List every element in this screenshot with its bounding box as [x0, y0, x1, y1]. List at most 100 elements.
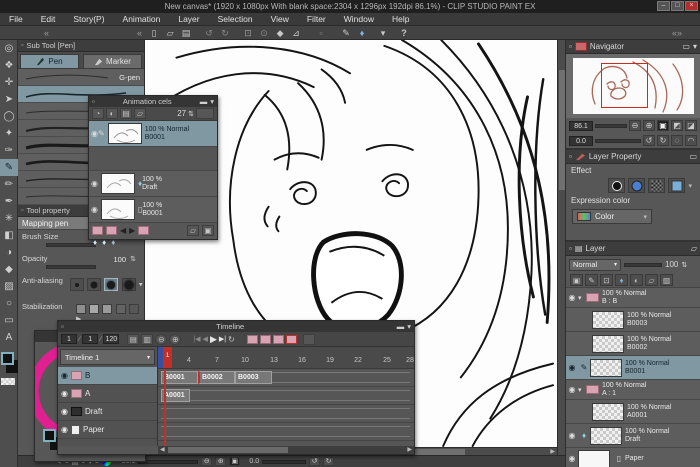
dock-icon[interactable]: ▫ — [569, 42, 572, 51]
figure-tool[interactable]: ○ — [0, 295, 18, 312]
clip-row-a[interactable]: A0001 — [158, 387, 414, 405]
title-bar[interactable]: New canvas* (1920 x 1080px With blank sp… — [0, 0, 700, 13]
clip-mask-icon[interactable]: ▣ — [570, 274, 583, 286]
visibility-eye-icon[interactable]: ◉ — [61, 407, 68, 416]
prev-frame-icon[interactable]: ◀ — [203, 335, 208, 343]
help-icon[interactable]: ? — [397, 27, 411, 39]
cels-frame-stepper[interactable]: ⇅ — [188, 110, 194, 118]
droplet-icon[interactable]: ♦ — [355, 27, 369, 39]
visibility-eye-icon[interactable]: ◉ — [566, 293, 578, 302]
current-frame-marker[interactable]: 1 — [163, 347, 172, 368]
menu-view[interactable]: View — [262, 13, 298, 26]
film-icon[interactable]: ▤ — [120, 108, 132, 119]
dock-icon[interactable]: ▫ — [21, 42, 23, 49]
timeline-hscrollbar[interactable]: ◀ ▶ — [158, 446, 414, 454]
status-zoom-slider[interactable] — [138, 460, 198, 464]
palette-dropdown-icon[interactable]: ▾ — [376, 27, 390, 39]
timeline-content[interactable]: B0001 B0002 B0003 A0001 — [158, 369, 414, 446]
blend-mode-dropdown[interactable]: Normal ▾ — [569, 259, 621, 271]
flip-v-icon[interactable]: ◪ — [685, 120, 697, 131]
pencil-tool[interactable]: ✏ — [0, 176, 18, 193]
minimize-button[interactable]: – — [657, 1, 670, 11]
loop-icon[interactable]: ↻ — [228, 335, 235, 344]
clip-row-paper[interactable] — [158, 423, 414, 441]
go-start-icon[interactable]: |◀ — [193, 335, 200, 343]
subview-tab-icon[interactable]: ▭ — [682, 42, 690, 51]
scroll-left-icon[interactable]: ◀ — [160, 446, 165, 454]
layer-opacity-value[interactable]: 100 — [665, 260, 678, 269]
layer-row-b0001[interactable]: ◉ ✎ 100 % NormalB0001 — [566, 356, 700, 380]
new-timeline-icon[interactable] — [247, 335, 258, 344]
status-rotate-slider[interactable] — [262, 460, 306, 464]
dock-icon[interactable]: ▫ — [569, 244, 572, 253]
navigator-preview[interactable] — [566, 54, 700, 118]
stabilization-step-1[interactable] — [76, 304, 86, 314]
track-draft[interactable]: ◉ Draft — [58, 403, 157, 421]
animation-cels-header[interactable]: ▫ Animation cels ▬ ▾ — [89, 96, 217, 107]
cel-row-current[interactable]: ◉ ✎ 100 % NormalB0001 — [89, 121, 217, 147]
scroll-right-icon[interactable]: ▶ — [407, 446, 412, 454]
layer-row-draft[interactable]: ◉ ♦ 100 % NormalDraft — [566, 424, 700, 448]
tone-effect-icon[interactable] — [628, 178, 645, 193]
visibility-eye-icon[interactable]: ◉ — [91, 179, 98, 188]
new-track-icon[interactable] — [260, 335, 271, 344]
save-icon[interactable]: ▤ — [179, 27, 193, 39]
dock-icon[interactable]: ▫ — [61, 322, 64, 331]
register-cel-icon[interactable] — [138, 226, 149, 235]
layer-property-tab-label[interactable]: Layer Property — [589, 152, 641, 161]
hand-tool[interactable]: ❖ — [0, 57, 18, 74]
layer-folder-a[interactable]: ◉ ▾ 100 % NormalA : 1 — [566, 380, 700, 400]
canvas-vscrollbar[interactable] — [557, 40, 565, 455]
cels-option-box[interactable] — [196, 108, 214, 119]
fit-icon[interactable]: ⊕ — [643, 120, 655, 131]
subtool-panel-header[interactable]: ▫ Sub Tool [Pen] — [18, 40, 144, 52]
ruler-pen-icon[interactable]: ✎ — [339, 27, 353, 39]
new-layer-icon[interactable]: ▱ — [645, 274, 658, 286]
cel-settings-icon[interactable]: ◐ — [106, 108, 118, 119]
track-b[interactable]: ◉ B — [58, 367, 157, 385]
antialias-dd-icon[interactable]: ▾ — [139, 282, 143, 289]
antialias-strong-button[interactable] — [122, 278, 136, 291]
expand-caret-icon[interactable]: ▾ — [578, 386, 586, 394]
menu-edit[interactable]: Edit — [32, 13, 65, 26]
layer-folder-b[interactable]: ◉ ▾ 100 % NormalB : B — [566, 288, 700, 308]
panel-menu-icon[interactable]: ▾ — [693, 42, 697, 51]
reset-rotate-icon[interactable]: ◌ — [671, 135, 683, 146]
layer-opacity-slider[interactable] — [624, 263, 662, 267]
cel-row-b0001[interactable]: ◉ ▯ 100 %B0001 — [89, 197, 217, 223]
zoom-out-icon[interactable]: ⊖ — [629, 120, 641, 131]
transform-icon[interactable]: ⊿ — [289, 27, 303, 39]
opacity-value[interactable]: 100 — [113, 255, 126, 264]
opacity-slider[interactable] — [46, 265, 96, 269]
text-tool[interactable]: A — [0, 329, 18, 346]
move-tool[interactable]: ✛ — [0, 74, 18, 91]
lasso-tool[interactable]: ◯ — [0, 108, 18, 125]
light-table2-icon[interactable]: ♦ — [102, 238, 106, 247]
layer-row-b0003[interactable]: 100 % NormalB0003 — [566, 308, 700, 332]
opacity-stepper[interactable]: ⇅ — [130, 255, 136, 263]
clip-b0002[interactable]: B0002 — [198, 371, 235, 384]
current-frame-field[interactable]: 1 — [82, 334, 98, 344]
navigator-zoom-slider[interactable] — [595, 124, 627, 128]
expand-caret-icon[interactable]: ▾ — [578, 294, 586, 302]
stabilization-step-4[interactable] — [116, 304, 126, 314]
status-zoom-in-icon[interactable]: ⊕ — [215, 457, 226, 466]
tab-pen[interactable]: Pen — [20, 54, 79, 68]
menu-file[interactable]: File — [0, 13, 32, 26]
panel-extra-tab-icon[interactable]: ▭ — [689, 152, 697, 161]
rotate-left-icon[interactable]: ↺ — [643, 135, 655, 146]
eraser-tool[interactable]: ◧ — [0, 227, 18, 244]
layer-color-effect-icon[interactable] — [668, 178, 685, 193]
dock-icon[interactable]: ▫ — [569, 152, 572, 161]
redo-icon[interactable]: ↻ — [218, 27, 232, 39]
visibility-eye-icon[interactable]: ◉ — [91, 129, 98, 138]
visibility-eye-icon[interactable]: ◉ — [61, 425, 68, 434]
prev-cel-icon[interactable]: ◀ — [120, 226, 126, 235]
track-a[interactable]: ◉ A — [58, 385, 157, 403]
status-zoom-out-icon[interactable]: ⊖ — [201, 457, 212, 466]
transparent-color-swatch[interactable] — [1, 378, 15, 385]
layer-row-a0001[interactable]: 100 % NormalA0001 — [566, 400, 700, 424]
rotate-right-icon[interactable]: ↻ — [657, 135, 669, 146]
layer-row-b0002[interactable]: 100 % NormalB0002 — [566, 332, 700, 356]
airbrush-tool[interactable]: ✳ — [0, 210, 18, 227]
